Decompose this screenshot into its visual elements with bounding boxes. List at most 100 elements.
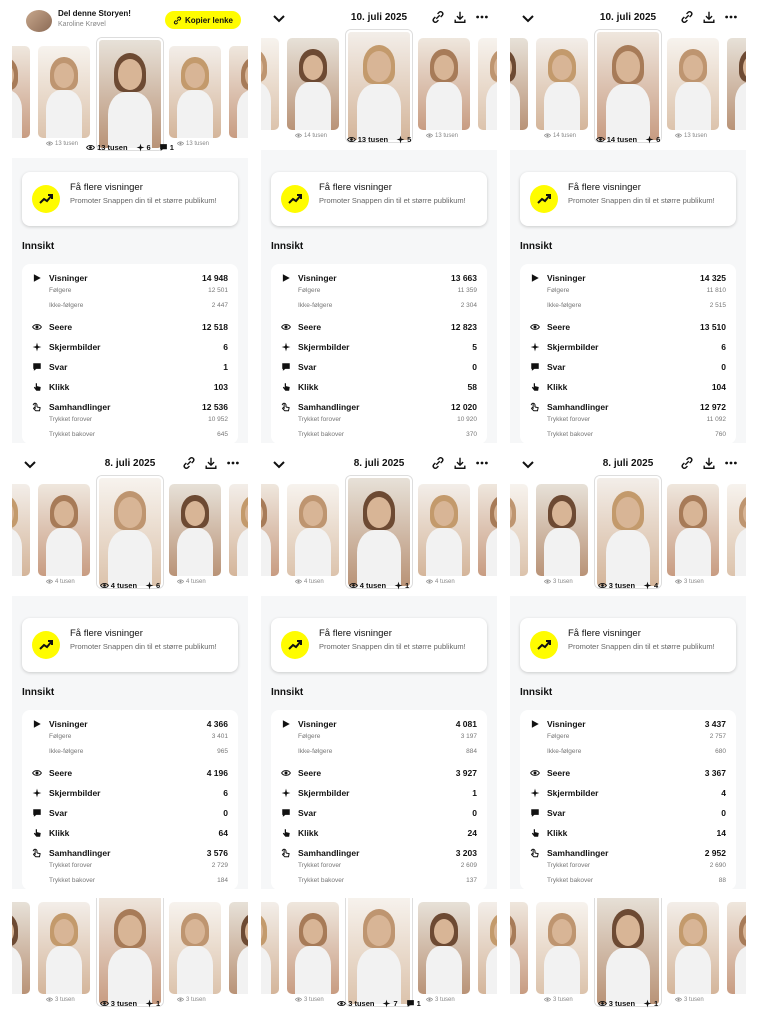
stat-value: 4 081 <box>455 719 477 729</box>
snap-thumbnail[interactable] <box>478 38 497 130</box>
screenshots-value: 4 <box>654 581 659 590</box>
snap-thumbnail-selected[interactable] <box>97 38 163 150</box>
views-value: 4 tusen <box>359 581 387 590</box>
snap-thumbnail-selected[interactable] <box>97 476 163 588</box>
snap-thumbnail[interactable] <box>667 902 719 994</box>
screenshots-value: 6 <box>156 581 161 590</box>
snap-thumbnail[interactable] <box>169 46 221 138</box>
stat-label: Ikke-følgere <box>298 748 333 755</box>
screenshot-icon <box>281 342 291 352</box>
stat-value: 3 437 <box>704 719 726 729</box>
header-actions <box>431 456 489 470</box>
stat-value: 88 <box>718 877 726 884</box>
reply-icon <box>530 362 540 372</box>
snap-thumbnail[interactable] <box>287 902 339 994</box>
snap-thumbnail[interactable] <box>536 902 588 994</box>
snap-thumbnail[interactable] <box>38 902 90 994</box>
link-icon[interactable] <box>680 456 694 470</box>
stat-label: Svar <box>49 362 68 372</box>
stat-label: Trykket bakover <box>298 877 344 884</box>
snap-thumbnail-selected[interactable] <box>346 898 412 1006</box>
click-icon <box>32 382 42 392</box>
insights-heading: Innsikt <box>520 687 553 698</box>
eye-icon <box>281 322 291 332</box>
click-icon <box>530 828 540 838</box>
snap-thumbnail-selected[interactable] <box>595 476 661 588</box>
snap-thumbnail[interactable] <box>229 484 248 576</box>
snap-thumbnail-selected[interactable] <box>595 898 661 1006</box>
snap-thumbnail[interactable] <box>478 902 497 994</box>
stat-label: Skjermbilder <box>298 342 350 352</box>
snap-thumbnail-selected[interactable] <box>346 30 412 142</box>
download-icon[interactable] <box>702 10 716 24</box>
snap-thumbnail[interactable] <box>667 38 719 130</box>
download-icon[interactable] <box>453 456 467 470</box>
snap-thumbnail-selected[interactable] <box>97 898 163 1006</box>
stat-label: Skjermbilder <box>547 342 599 352</box>
snap-thumbnail[interactable] <box>536 484 588 576</box>
promo-subtitle: Promoter Snappen din til et større publi… <box>70 642 217 651</box>
views-stat: 3 tusen <box>597 581 635 590</box>
snap-thumbnail-selected[interactable] <box>595 30 661 142</box>
trend-up-icon <box>530 185 558 213</box>
snap-thumbnail[interactable] <box>12 484 30 576</box>
more-icon[interactable] <box>475 456 489 470</box>
stat-label: Skjermbilder <box>49 342 101 352</box>
link-icon[interactable] <box>431 10 445 24</box>
snap-thumbnail[interactable] <box>169 902 221 994</box>
snap-thumbnail[interactable] <box>667 484 719 576</box>
snap-thumbnail[interactable] <box>261 484 279 576</box>
snap-thumbnail[interactable] <box>229 46 248 138</box>
avatar[interactable] <box>26 10 52 32</box>
snap-thumbnail[interactable] <box>727 902 746 994</box>
copy-link-button[interactable]: Kopier lenke <box>165 11 241 29</box>
snap-thumbnail[interactable] <box>12 46 30 138</box>
promote-card[interactable]: Få flere visninger Promoter Snappen din t… <box>520 172 736 226</box>
screenshot-icon <box>32 788 42 798</box>
download-icon[interactable] <box>453 10 467 24</box>
snap-thumbnail[interactable] <box>261 38 279 130</box>
snap-thumbnail[interactable] <box>261 902 279 994</box>
promo-subtitle: Promoter Snappen din til et større publi… <box>319 642 466 651</box>
snap-thumbnail[interactable] <box>418 902 470 994</box>
more-icon[interactable] <box>226 456 240 470</box>
snap-thumbnail[interactable] <box>727 484 746 576</box>
more-icon[interactable] <box>724 10 738 24</box>
stat-label: Skjermbilder <box>49 788 101 798</box>
snap-thumbnail[interactable] <box>38 484 90 576</box>
snap-thumbnail[interactable] <box>287 38 339 130</box>
snap-thumbnail[interactable] <box>287 484 339 576</box>
eye-icon <box>32 322 42 332</box>
more-icon[interactable] <box>475 10 489 24</box>
link-icon[interactable] <box>431 456 445 470</box>
story-insight-panel: 8. juli 2025 3 tusen 3 tusen 3 tusen 4 Få fle… <box>510 446 746 889</box>
download-icon[interactable] <box>204 456 218 470</box>
snap-thumbnail[interactable] <box>38 46 90 138</box>
promote-card[interactable]: Få flere visninger Promoter Snappen din t… <box>22 172 238 226</box>
promote-card[interactable]: Få flere visninger Promoter Snappen din t… <box>271 172 487 226</box>
promote-card[interactable]: Få flere visninger Promoter Snappen din t… <box>271 618 487 672</box>
snap-thumbnail[interactable] <box>510 484 528 576</box>
snap-thumbnail[interactable] <box>510 902 528 994</box>
snap-thumbnail[interactable] <box>418 484 470 576</box>
link-icon[interactable] <box>680 10 694 24</box>
more-icon[interactable] <box>724 456 738 470</box>
stat-label: Skjermbilder <box>298 788 350 798</box>
screenshots-value: 1 <box>654 999 659 1008</box>
link-icon[interactable] <box>182 456 196 470</box>
snap-thumbnail[interactable] <box>727 38 746 130</box>
snap-thumbnail[interactable] <box>418 38 470 130</box>
snap-thumbnail[interactable] <box>536 38 588 130</box>
snap-thumbnail[interactable] <box>169 484 221 576</box>
stat-label: Skjermbilder <box>547 788 599 798</box>
promote-card[interactable]: Få flere visninger Promoter Snappen din t… <box>22 618 238 672</box>
download-icon[interactable] <box>702 456 716 470</box>
snap-thumbnail[interactable] <box>12 902 30 994</box>
promote-card[interactable]: Få flere visninger Promoter Snappen din t… <box>520 618 736 672</box>
stat-value: 760 <box>715 431 726 438</box>
views-stat: 4 tusen <box>348 581 387 590</box>
snap-thumbnail[interactable] <box>510 38 528 130</box>
snap-thumbnail[interactable] <box>478 484 497 576</box>
snap-thumbnail-selected[interactable] <box>346 476 412 588</box>
snap-thumbnail[interactable] <box>229 902 248 994</box>
